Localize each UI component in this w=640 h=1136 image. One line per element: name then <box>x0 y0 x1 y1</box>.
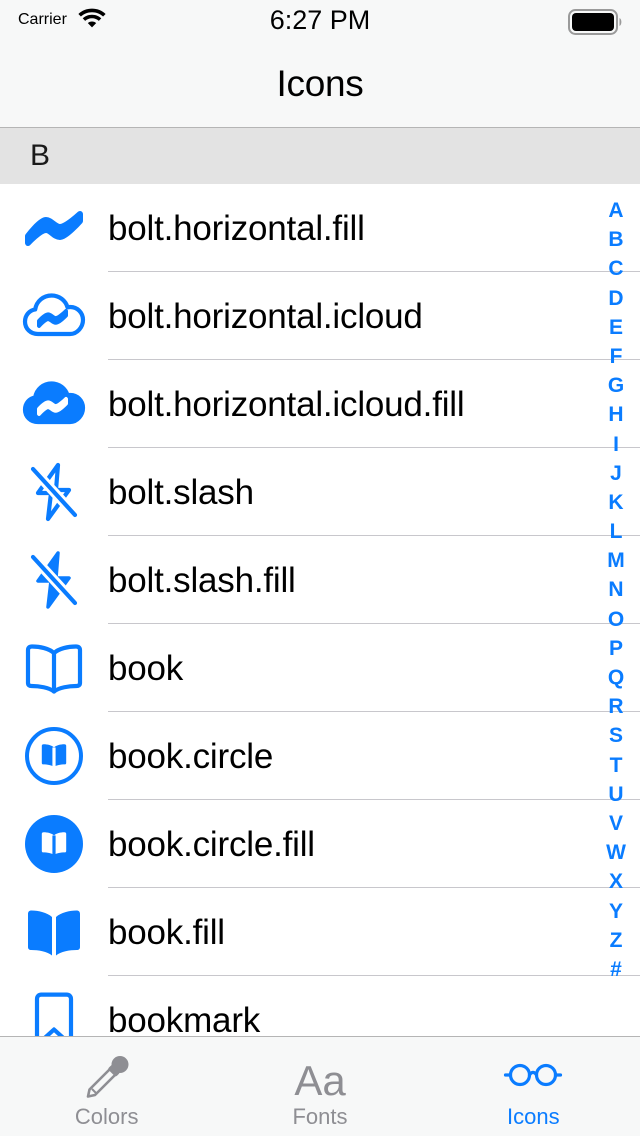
bolt-slash-fill-icon <box>0 536 108 624</box>
index-letter-p[interactable]: P <box>600 634 632 663</box>
tab-icons[interactable]: Icons <box>427 1037 640 1136</box>
index-letter-v[interactable]: V <box>600 809 632 838</box>
svg-text:Aa: Aa <box>294 1057 346 1103</box>
index-letter-hash[interactable]: # <box>600 955 632 984</box>
list-item-label: bolt.slash.fill <box>108 560 296 600</box>
list-item[interactable]: bolt.horizontal.icloud <box>0 272 640 360</box>
app-screen: Carrier 6:27 PM Icons B bolt.horizontal.… <box>0 0 640 1136</box>
section-header: B <box>0 128 640 184</box>
bolt-horizontal-icloud-fill-icon <box>0 360 108 448</box>
index-letter-w[interactable]: W <box>600 838 632 867</box>
battery-full-icon <box>568 9 624 40</box>
page-title: Icons <box>276 62 364 104</box>
index-letter-u[interactable]: U <box>600 780 632 809</box>
tab-bar: Colors Aa Fonts Icons <box>0 1036 640 1136</box>
index-letter-r[interactable]: R <box>600 692 632 721</box>
list-item-label: bolt.slash <box>108 472 254 512</box>
bolt-slash-icon <box>0 448 108 536</box>
list-item[interactable]: book <box>0 624 640 712</box>
index-letter-d[interactable]: D <box>600 284 632 313</box>
index-letter-a[interactable]: A <box>600 196 632 225</box>
list-item-label: bolt.horizontal.icloud <box>108 296 423 336</box>
list-item[interactable]: bolt.slash.fill <box>0 536 640 624</box>
section-index-bar[interactable]: A B C D E F G H I J K L M N O P Q R S T … <box>600 196 632 984</box>
bolt-horizontal-icloud-icon <box>0 272 108 360</box>
list-item[interactable]: book.circle.fill <box>0 800 640 888</box>
index-letter-g[interactable]: G <box>600 371 632 400</box>
index-letter-f[interactable]: F <box>600 342 632 371</box>
list-item-label: book.circle.fill <box>108 824 315 864</box>
index-letter-k[interactable]: K <box>600 488 632 517</box>
bookmark-icon <box>0 976 108 1036</box>
list-item[interactable]: bolt.slash <box>0 448 640 536</box>
bolt-horizontal-fill-icon <box>0 184 108 272</box>
index-letter-m[interactable]: M <box>600 546 632 575</box>
list-item[interactable]: bolt.horizontal.fill <box>0 184 640 272</box>
tab-colors[interactable]: Colors <box>0 1037 213 1136</box>
eyedropper-icon <box>82 1051 132 1103</box>
book-circle-icon <box>0 712 108 800</box>
list-item-label: bolt.horizontal.icloud.fill <box>108 384 465 424</box>
index-letter-l[interactable]: L <box>600 517 632 546</box>
tab-fonts[interactable]: Aa Fonts <box>213 1037 426 1136</box>
index-letter-y[interactable]: Y <box>600 897 632 926</box>
index-letter-i[interactable]: I <box>600 430 632 459</box>
list-item[interactable]: book.fill <box>0 888 640 976</box>
status-bar-clock: 6:27 PM <box>269 5 371 35</box>
list-item-label: book <box>108 648 184 688</box>
index-letter-s[interactable]: S <box>600 721 632 750</box>
list-item[interactable]: bookmark <box>0 976 640 1036</box>
book-circle-fill-icon <box>0 800 108 888</box>
list-item-label: book.fill <box>108 912 225 952</box>
status-bar: Carrier 6:27 PM <box>0 0 640 40</box>
index-letter-c[interactable]: C <box>600 254 632 283</box>
list-item-label: bolt.horizontal.fill <box>108 208 365 248</box>
section-header-label: B <box>30 139 51 172</box>
index-letter-n[interactable]: N <box>600 575 632 604</box>
book-icon <box>0 624 108 712</box>
tab-label-icons: Icons <box>507 1103 560 1129</box>
list-item-label: book.circle <box>108 736 274 776</box>
list-item[interactable]: bolt.horizontal.icloud.fill <box>0 360 640 448</box>
index-letter-q[interactable]: Q <box>600 663 632 692</box>
tab-label-fonts: Fonts <box>292 1103 348 1129</box>
index-letter-x[interactable]: X <box>600 867 632 896</box>
index-letter-h[interactable]: H <box>600 400 632 429</box>
index-letter-j[interactable]: J <box>600 459 632 488</box>
index-letter-e[interactable]: E <box>600 313 632 342</box>
eyeglasses-icon <box>502 1051 564 1103</box>
tab-label-colors: Colors <box>74 1103 139 1129</box>
navigation-bar: Icons <box>0 40 640 128</box>
index-letter-t[interactable]: T <box>600 751 632 780</box>
book-fill-icon <box>0 888 108 976</box>
icon-list[interactable]: bolt.horizontal.fill bolt.horizontal.icl… <box>0 184 640 1036</box>
index-letter-o[interactable]: O <box>600 605 632 634</box>
text-aa-icon: Aa <box>289 1051 351 1103</box>
index-letter-b[interactable]: B <box>600 225 632 254</box>
list-item-label: bookmark <box>108 1000 261 1037</box>
index-letter-z[interactable]: Z <box>600 926 632 955</box>
list-item[interactable]: book.circle <box>0 712 640 800</box>
